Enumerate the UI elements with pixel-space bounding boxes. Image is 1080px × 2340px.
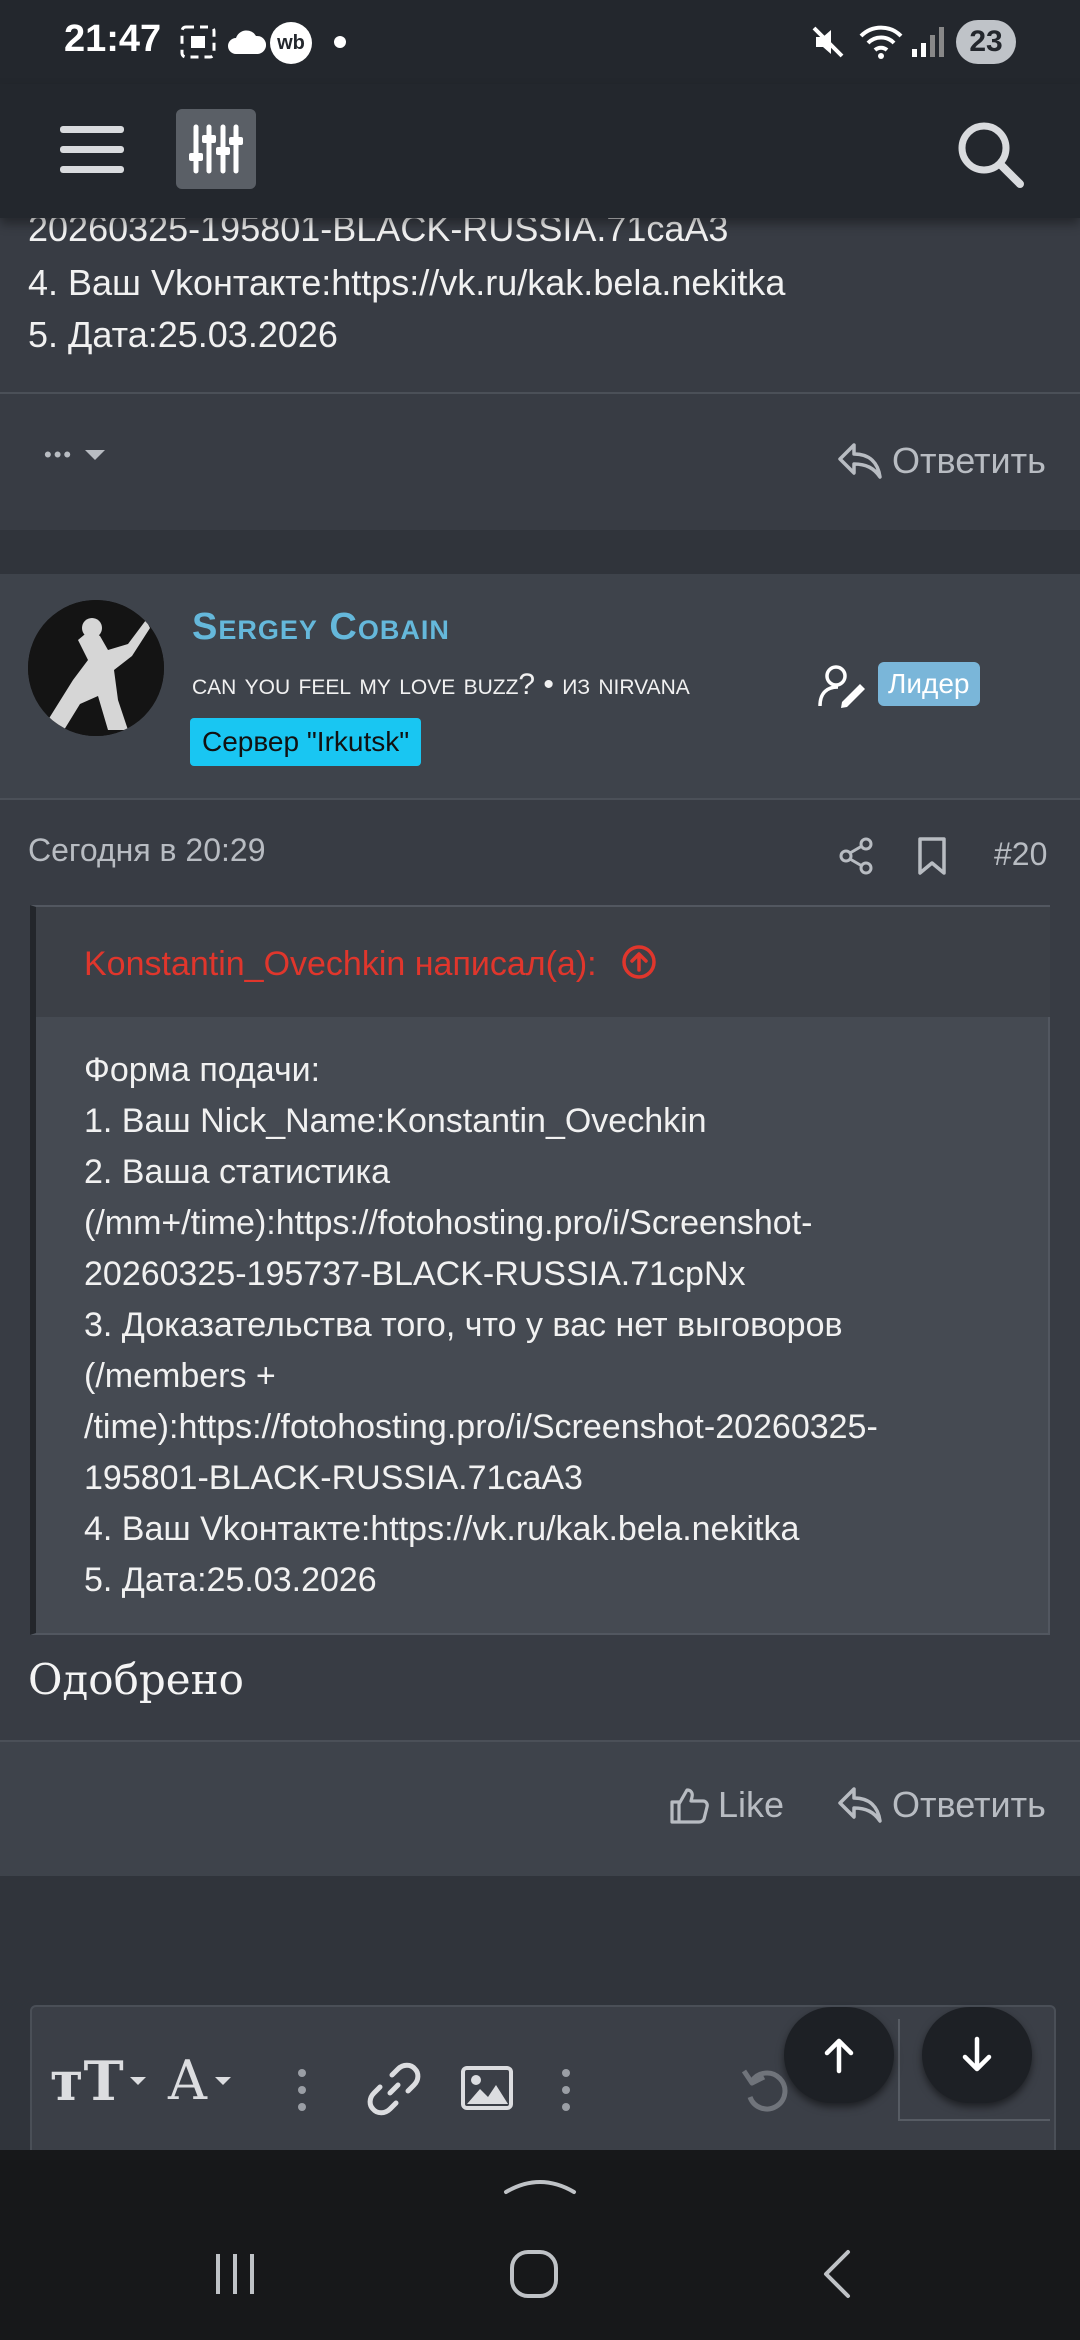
chevron-down-icon xyxy=(215,2076,231,2085)
quote-line: (/members + xyxy=(84,1357,276,1395)
battery-icon: 23 xyxy=(956,20,1016,64)
menu-icon[interactable] xyxy=(60,124,124,176)
more-actions-button[interactable]: ••• xyxy=(44,442,107,468)
quote-line: 195801-BLACK-RUSSIA.71caA3 xyxy=(84,1459,583,1497)
leader-badge: Лидер xyxy=(878,662,980,706)
signal-icon xyxy=(908,24,948,60)
previous-post: 20260325-195801-BLACK-RUSSIA.71caA3 4. В… xyxy=(0,208,1080,530)
expand-handle-icon[interactable] xyxy=(502,2172,578,2196)
recent-apps-icon[interactable] xyxy=(210,2250,260,2298)
more-vertical-icon[interactable] xyxy=(560,2065,572,2115)
more-dots-icon: ••• xyxy=(44,442,74,467)
quote-line: 4. Ваш Vkонтакте:https://vk.ru/kak.bela.… xyxy=(84,1510,800,1548)
scroll-up-button[interactable] xyxy=(784,2007,894,2103)
text-size-icon: тT xyxy=(50,2049,124,2113)
arrow-up-circle-icon xyxy=(622,945,656,979)
quote-author-label: Konstantin_Ovechkin написал(а): xyxy=(84,945,597,983)
share-icon[interactable] xyxy=(836,836,876,876)
quote-author-link[interactable]: Konstantin_Ovechkin написал(а): xyxy=(84,943,658,984)
user-edit-icon xyxy=(816,660,868,712)
post-date-link[interactable]: Сегодня в 20:29 xyxy=(28,832,266,869)
user-title: can you feel my love buzz? • из nirvana xyxy=(192,668,690,701)
image-icon[interactable] xyxy=(460,2065,514,2111)
arrow-up-icon xyxy=(824,2038,854,2074)
mute-icon xyxy=(808,24,848,60)
like-label: Like xyxy=(718,1784,785,1825)
post-number-link[interactable]: #20 xyxy=(994,836,1047,873)
divider xyxy=(0,392,1080,394)
quote-line: (/mm+/time):https://fotohosting.pro/i/Sc… xyxy=(84,1204,813,1242)
scroll-down-button[interactable] xyxy=(922,2007,1032,2103)
reply-button[interactable]: Ответить xyxy=(836,1784,1046,1826)
username-link[interactable]: Sergey Cobain xyxy=(192,606,450,649)
server-badge: Сервер "Irkutsk" xyxy=(190,718,422,766)
system-navigation-bar xyxy=(0,2150,1080,2340)
thumbs-up-icon xyxy=(670,1788,709,1824)
wifi-icon xyxy=(858,24,904,60)
quote-line: 3. Доказательства того, что у вас нет вы… xyxy=(84,1306,843,1344)
quote-line: 20260325-195737-BLACK-RUSSIA.71cpNx xyxy=(84,1255,746,1293)
font-button[interactable]: A xyxy=(168,2049,233,2112)
screenshot-icon xyxy=(178,24,218,60)
quote-line: /time):https://fotohosting.pro/i/Screens… xyxy=(84,1408,878,1446)
quote-line: 2. Ваша статистика xyxy=(84,1153,391,1191)
bookmark-icon[interactable] xyxy=(914,836,950,876)
filter-mixer-icon[interactable] xyxy=(176,109,256,189)
dot-icon xyxy=(334,36,346,48)
cloud-icon xyxy=(226,24,266,60)
post-gap xyxy=(0,530,1080,574)
chevron-down-icon xyxy=(129,2077,146,2085)
arrow-down-icon xyxy=(962,2036,992,2072)
quote-header: Konstantin_Ovechkin написал(а): xyxy=(36,907,1050,1017)
more-vertical-icon[interactable] xyxy=(296,2065,308,2115)
quote-line: 5. Дата:25.03.2026 xyxy=(84,1561,377,1599)
reply-icon xyxy=(838,443,882,479)
font-icon: A xyxy=(168,2049,207,2112)
back-icon[interactable] xyxy=(818,2248,858,2300)
status-bar: 21:47 wb 23 xyxy=(0,0,1080,84)
reply-icon xyxy=(838,1787,882,1823)
quote-block: Konstantin_Ovechkin написал(а): Форма по… xyxy=(30,905,1050,1635)
app-header xyxy=(0,84,1080,218)
reply-label: Ответить xyxy=(892,1784,1046,1825)
link-icon[interactable] xyxy=(366,2061,422,2117)
text-size-button[interactable]: тT xyxy=(50,2049,148,2113)
post-message: Одобрено xyxy=(28,1655,244,1704)
wb-icon: wb xyxy=(270,22,312,64)
search-icon[interactable] xyxy=(950,114,1030,194)
quote-line: 1. Ваш Nick_Name:Konstantin_Ovechkin xyxy=(84,1102,707,1140)
post-text-line: 5. Дата:25.03.2026 xyxy=(28,314,338,355)
home-icon[interactable] xyxy=(508,2248,560,2300)
like-button[interactable]: Like xyxy=(668,1784,784,1826)
post-text-line: 4. Ваш Vkонтакте:https://vk.ru/kak.bela.… xyxy=(28,262,786,303)
avatar[interactable] xyxy=(28,600,164,736)
status-time: 21:47 xyxy=(64,18,162,60)
post-actions: Like Ответить xyxy=(0,1740,1080,1876)
divider xyxy=(0,1740,1080,1742)
chevron-down-icon xyxy=(85,450,106,460)
quote-line: Форма подачи: xyxy=(84,1051,321,1089)
reply-label: Ответить xyxy=(892,440,1046,481)
reply-button[interactable]: Ответить xyxy=(836,440,1046,482)
